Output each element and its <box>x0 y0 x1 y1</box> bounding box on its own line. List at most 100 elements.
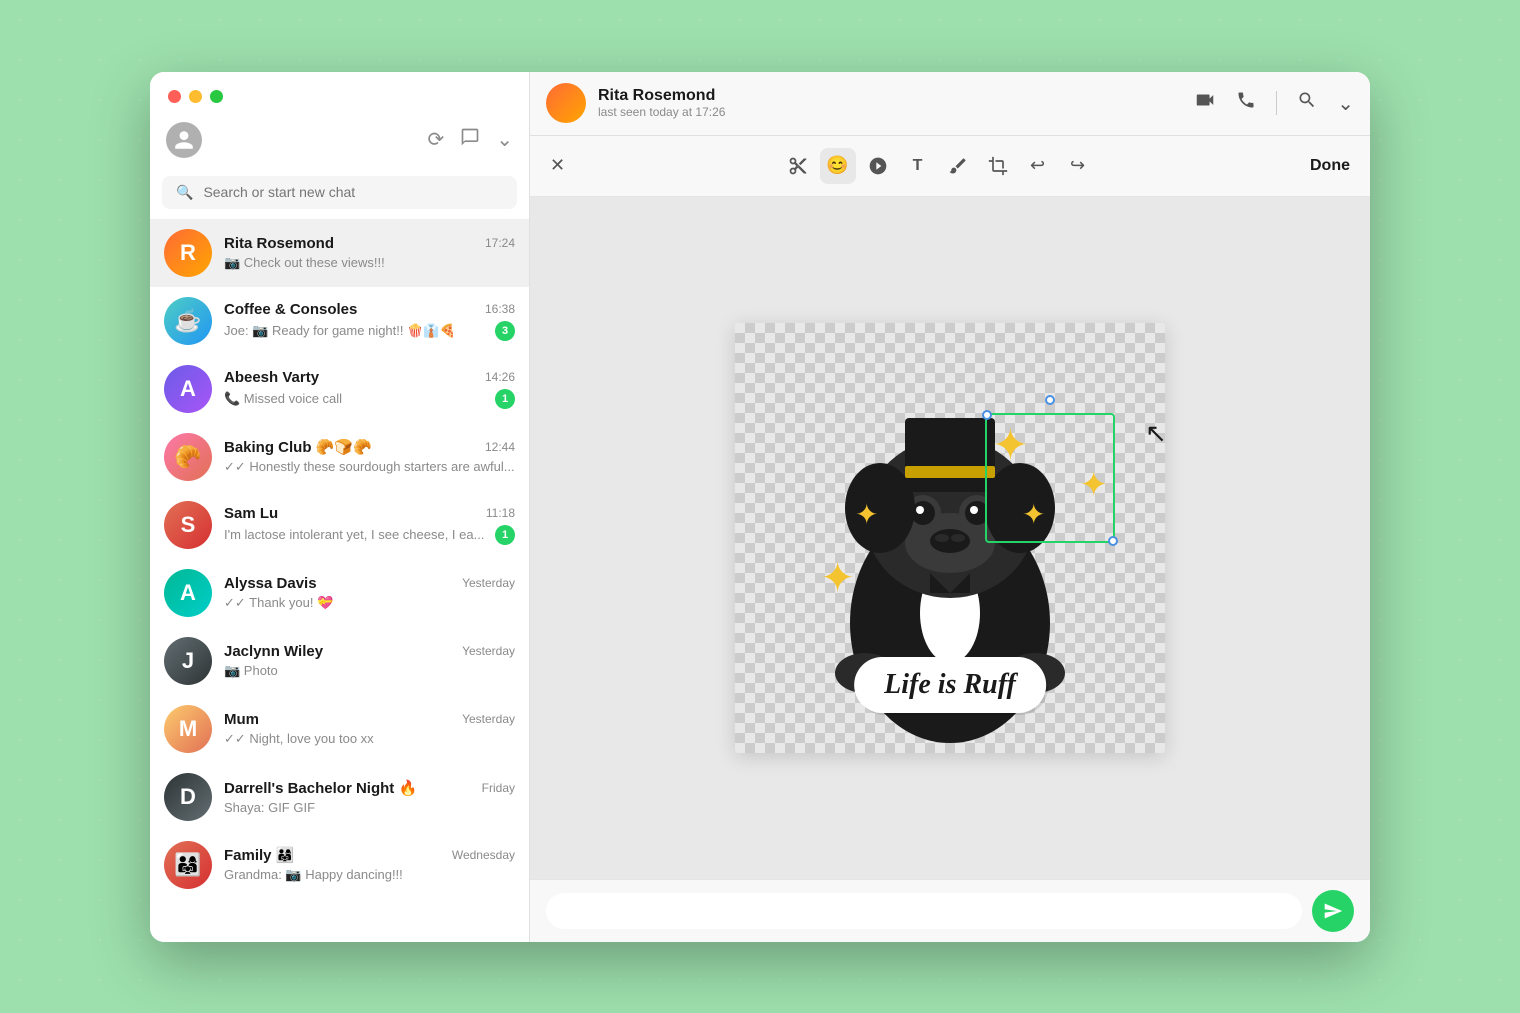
chat-preview-mum: ✓✓ Night, love you too xx <box>224 731 515 747</box>
chat-bottom-rita: 📷 Check out these views!!! <box>224 255 515 271</box>
selection-handle-top-left[interactable] <box>982 410 992 420</box>
done-button[interactable]: Done <box>1310 157 1350 175</box>
minimize-button[interactable] <box>189 90 202 103</box>
chat-name-sam: Sam Lu <box>224 505 278 522</box>
search-chat-icon[interactable] <box>1297 90 1317 116</box>
unread-badge-coffee: 3 <box>495 321 515 341</box>
chat-item-rita[interactable]: R Rita Rosemond 17:24 📷 Check out these … <box>150 219 529 287</box>
chat-info-family: Family 👨‍👩‍👧 Wednesday Grandma: 📷 Happy … <box>224 846 515 883</box>
chat-list: R Rita Rosemond 17:24 📷 Check out these … <box>150 219 529 942</box>
close-button[interactable] <box>168 90 181 103</box>
chat-top-darrell: Darrell's Bachelor Night 🔥 Friday <box>224 779 515 797</box>
new-chat-icon[interactable] <box>460 127 480 153</box>
chat-preview-abeesh: 📞 Missed voice call <box>224 391 489 407</box>
sparkle-left-bottom: ✦ <box>820 553 855 602</box>
maximize-button[interactable] <box>210 90 223 103</box>
chat-item-alyssa[interactable]: A Alyssa Davis Yesterday ✓✓ Thank you! 💝 <box>150 559 529 627</box>
selection-rotate-handle[interactable] <box>1045 395 1055 405</box>
chat-info-darrell: Darrell's Bachelor Night 🔥 Friday Shaya:… <box>224 779 515 815</box>
chat-header-avatar <box>546 83 586 123</box>
chat-time-abeesh: 14:26 <box>485 370 515 384</box>
crop-tool[interactable] <box>980 148 1016 184</box>
chat-info-abeesh: Abeesh Varty 14:26 📞 Missed voice call 1 <box>224 369 515 409</box>
chat-info-alyssa: Alyssa Davis Yesterday ✓✓ Thank you! 💝 <box>224 575 515 611</box>
chat-time-alyssa: Yesterday <box>462 576 515 590</box>
chat-item-baking[interactable]: 🥐 Baking Club 🥐🍞🥐 12:44 ✓✓ Honestly thes… <box>150 423 529 491</box>
chat-info-coffee: Coffee & Consoles 16:38 Joe: 📷 Ready for… <box>224 301 515 341</box>
chat-name-rita: Rita Rosemond <box>224 235 334 252</box>
search-icon: 🔍 <box>176 184 193 201</box>
chat-item-coffee[interactable]: ☕ Coffee & Consoles 16:38 Joe: 📷 Ready f… <box>150 287 529 355</box>
send-button[interactable] <box>1312 890 1354 932</box>
chat-info-rita: Rita Rosemond 17:24 📷 Check out these vi… <box>224 235 515 271</box>
chat-item-mum[interactable]: M Mum Yesterday ✓✓ Night, love you too x… <box>150 695 529 763</box>
emoji-tool[interactable]: 😊 <box>820 148 856 184</box>
sparkle-small: ✦ <box>1022 498 1045 531</box>
chat-name-jaclynn: Jaclynn Wiley <box>224 643 323 660</box>
avatar-abeesh: A <box>164 365 212 413</box>
sparkle-medium: ✦ <box>1080 465 1109 505</box>
chat-preview-baking: ✓✓ Honestly these sourdough starters are… <box>224 459 515 475</box>
chat-panel: Rita Rosemond last seen today at 17:26 <box>530 72 1370 942</box>
chat-item-jaclynn[interactable]: J Jaclynn Wiley Yesterday 📷 Photo <box>150 627 529 695</box>
chat-item-sam[interactable]: S Sam Lu 11:18 I'm lactose intolerant ye… <box>150 491 529 559</box>
undo-tool[interactable]: ↩ <box>1020 148 1056 184</box>
selection-handle-bottom-right[interactable] <box>1108 536 1118 546</box>
chat-time-rita: 17:24 <box>485 236 515 250</box>
chat-item-darrell[interactable]: D Darrell's Bachelor Night 🔥 Friday Shay… <box>150 763 529 831</box>
sparkle-big: ✦ <box>992 420 1029 471</box>
avatar-baking: 🥐 <box>164 433 212 481</box>
chat-top-sam: Sam Lu 11:18 <box>224 505 515 522</box>
chat-preview-alyssa: ✓✓ Thank you! 💝 <box>224 595 515 611</box>
chat-time-coffee: 16:38 <box>485 302 515 316</box>
chat-preview-sam: I'm lactose intolerant yet, I see cheese… <box>224 527 489 542</box>
chat-header-info: Rita Rosemond last seen today at 17:26 <box>598 87 725 119</box>
chat-bottom-alyssa: ✓✓ Thank you! 💝 <box>224 595 515 611</box>
sidebar: ⟳ ⌄ 🔍 R <box>150 72 530 942</box>
chat-header-status: last seen today at 17:26 <box>598 105 725 119</box>
search-input[interactable] <box>203 184 503 200</box>
sticker-tool[interactable] <box>860 148 896 184</box>
chat-preview-rita: 📷 Check out these views!!! <box>224 255 515 271</box>
chevron-down-icon[interactable]: ⌄ <box>496 127 513 152</box>
refresh-icon[interactable]: ⟳ <box>427 127 444 152</box>
chat-preview-coffee: Joe: 📷 Ready for game night!! 🍿👔🍕 <box>224 323 489 339</box>
chat-bottom-coffee: Joe: 📷 Ready for game night!! 🍿👔🍕 3 <box>224 321 515 341</box>
text-tool[interactable]: T <box>900 148 936 184</box>
chat-time-sam: 11:18 <box>486 506 515 520</box>
chat-header-name: Rita Rosemond <box>598 87 725 105</box>
chat-top-baking: Baking Club 🥐🍞🥐 12:44 <box>224 438 515 456</box>
chat-item-abeesh[interactable]: A Abeesh Varty 14:26 📞 Missed voice call… <box>150 355 529 423</box>
redo-tool[interactable]: ↪ <box>1060 148 1096 184</box>
video-call-icon[interactable] <box>1194 89 1216 117</box>
sticker-canvas[interactable]: ✦ ✦ ✦ ✦ ✦ ↖ <box>735 323 1165 753</box>
chat-header-actions: ⌄ <box>1194 89 1354 117</box>
avatar-family: 👨‍👩‍👧 <box>164 841 212 889</box>
message-input[interactable] <box>546 893 1302 929</box>
chat-name-abeesh: Abeesh Varty <box>224 369 319 386</box>
canvas-area: ✦ ✦ ✦ ✦ ✦ ↖ <box>530 197 1370 879</box>
chat-header-left: Rita Rosemond last seen today at 17:26 <box>546 83 725 123</box>
search-bar[interactable]: 🔍 <box>162 176 517 209</box>
cut-tool[interactable] <box>780 148 816 184</box>
sparkles-selection-box[interactable]: ✦ ✦ ✦ <box>985 413 1115 543</box>
sidebar-header-icons: ⟳ ⌄ <box>427 127 513 153</box>
chat-time-family: Wednesday <box>452 848 515 862</box>
chat-info-jaclynn: Jaclynn Wiley Yesterday 📷 Photo <box>224 643 515 679</box>
chat-item-family[interactable]: 👨‍👩‍👧 Family 👨‍👩‍👧 Wednesday Grandma: 📷 … <box>150 831 529 899</box>
chat-preview-family: Grandma: 📷 Happy dancing!!! <box>224 867 515 883</box>
unread-badge-sam: 1 <box>495 525 515 545</box>
avatar-sam: S <box>164 501 212 549</box>
brush-tool[interactable] <box>940 148 976 184</box>
phone-icon[interactable] <box>1236 90 1256 116</box>
chat-bottom-baking: ✓✓ Honestly these sourdough starters are… <box>224 459 515 475</box>
app-window: ⟳ ⌄ 🔍 R <box>150 72 1370 942</box>
chat-name-darrell: Darrell's Bachelor Night 🔥 <box>224 779 417 797</box>
chat-time-darrell: Friday <box>482 781 515 795</box>
chat-top-family: Family 👨‍👩‍👧 Wednesday <box>224 846 515 864</box>
chat-header: Rita Rosemond last seen today at 17:26 <box>530 72 1370 136</box>
unread-badge-abeesh: 1 <box>495 389 515 409</box>
more-options-icon[interactable]: ⌄ <box>1337 91 1354 116</box>
close-editor-icon[interactable]: ✕ <box>550 155 565 176</box>
profile-avatar[interactable] <box>166 122 202 158</box>
